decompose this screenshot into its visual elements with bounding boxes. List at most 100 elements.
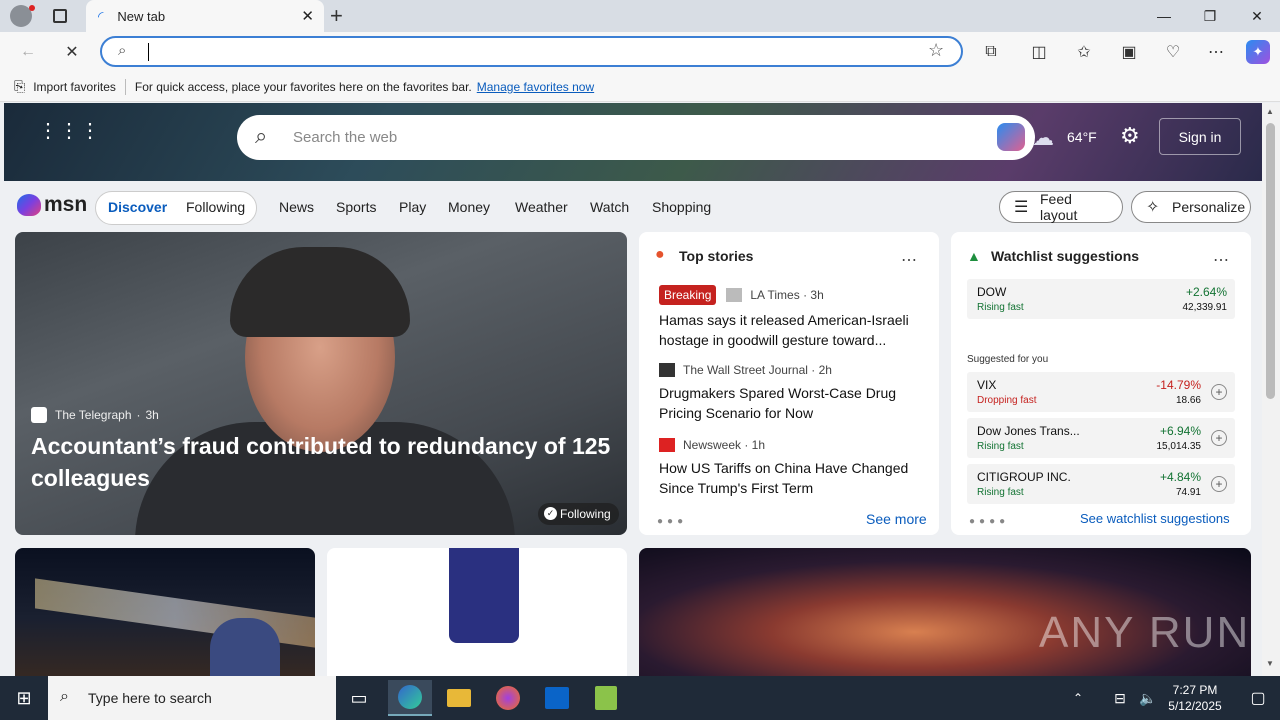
file-explorer-icon[interactable] (437, 680, 481, 716)
following-badge[interactable]: ✓ Following (538, 503, 619, 525)
restore-button[interactable]: ❐ (1187, 0, 1233, 32)
edge-app-icon[interactable] (388, 680, 432, 716)
stock-row[interactable]: CITIGROUP INC. Rising fast +4.84% 74.91 … (967, 464, 1235, 504)
stock-price: 15,014.35 (1156, 441, 1202, 452)
nav-news[interactable]: News (279, 199, 314, 215)
nav-weather[interactable]: Weather (515, 199, 568, 215)
outlook-icon[interactable] (535, 680, 579, 716)
web-search-box[interactable]: ⌕ Search the web (237, 115, 1035, 160)
add-to-watchlist-icon[interactable]: + (1211, 476, 1227, 492)
top-stories-card: ● Top stories ⋯ Breaking LA Times · 3h H… (639, 232, 939, 535)
page-scrollbar[interactable]: ▲ ▼ (1262, 103, 1280, 676)
sign-in-button[interactable]: Sign in (1159, 118, 1241, 155)
scroll-up-icon[interactable]: ▲ (1266, 107, 1274, 116)
address-bar[interactable]: ⌕ ☆ (100, 36, 963, 67)
favorites-bar: ⎘ Import favorites For quick access, pla… (0, 72, 1280, 102)
story-headline[interactable]: How US Tariffs on China Have Changed Sin… (659, 458, 921, 498)
story-source-text: Newsweek · 1h (683, 438, 766, 452)
taskbar-search-box[interactable]: ⌕ Type here to search (48, 676, 336, 720)
taskbar-search-input[interactable]: Type here to search (88, 690, 212, 706)
add-to-watchlist-icon[interactable]: + (1211, 384, 1227, 400)
add-to-watchlist-icon[interactable]: + (1211, 430, 1227, 446)
tab-title: New tab (117, 8, 166, 24)
copilot-icon[interactable]: ✦ (1246, 40, 1270, 64)
stock-row[interactable]: DOW Rising fast +2.64% 42,339.91 (967, 279, 1235, 319)
more-icon[interactable]: ⋯ (1204, 40, 1228, 64)
more-options-icon[interactable]: ⋯ (1213, 250, 1229, 270)
story-source: Newsweek · 1h (659, 438, 765, 452)
new-tab-button[interactable]: + (330, 3, 343, 29)
more-options-icon[interactable]: ⋯ (901, 250, 917, 270)
close-tab-icon[interactable]: ✕ (301, 7, 314, 25)
stock-price: 18.66 (1175, 395, 1201, 406)
nav-money[interactable]: Money (448, 199, 490, 215)
windows-taskbar: ⊞ ⌕ Type here to search ▭ ⌃ ⊟ 🔈 7:27 PM … (0, 676, 1280, 720)
stock-price: 74.91 (1175, 487, 1201, 498)
settings-gear-icon[interactable]: ⚙ (1120, 123, 1140, 149)
nav-play[interactable]: Play (399, 199, 426, 215)
telegraph-icon (31, 407, 47, 423)
back-icon[interactable]: ← (16, 40, 40, 64)
story-card-shorts[interactable] (327, 548, 627, 676)
tab-following[interactable]: Following (186, 199, 245, 215)
nav-shopping[interactable]: Shopping (652, 199, 711, 215)
latimes-icon (726, 288, 743, 302)
task-view-icon[interactable]: ▭ (337, 680, 381, 716)
stock-row[interactable]: VIX Dropping fast -14.79% 18.66 + (967, 372, 1235, 412)
tab-new-tab[interactable]: ◜ New tab ✕ (86, 0, 324, 32)
favorites-icon[interactable]: ✩ (1072, 40, 1096, 64)
lead-story-card[interactable]: The Telegraph · 3h Accountant’s fraud co… (15, 232, 627, 535)
minimize-button[interactable]: — (1141, 0, 1187, 32)
personalize-button[interactable]: ✧ Personalize (1131, 191, 1251, 223)
stock-row[interactable]: Dow Jones Trans... Rising fast +6.94% 15… (967, 418, 1235, 458)
see-more-link[interactable]: See more (866, 511, 927, 527)
story-card-nebula[interactable]: ANY RUN (639, 548, 1251, 676)
check-icon: ✓ (544, 507, 557, 520)
scrollbar-thumb[interactable] (1266, 123, 1275, 399)
story-source: The Wall Street Journal · 2h (659, 363, 832, 377)
stock-name: VIX (977, 378, 997, 392)
tab-actions-icon[interactable] (53, 9, 67, 23)
lead-headline[interactable]: Accountant’s fraud contributed to redund… (31, 430, 621, 494)
carousel-dots[interactable]: ●●●● (969, 516, 1009, 527)
split-screen-icon[interactable]: ◫ (1027, 40, 1051, 64)
apps-grid-icon[interactable]: ⋮⋮⋮ (38, 121, 101, 141)
notepad-plus-icon[interactable] (584, 680, 628, 716)
temperature[interactable]: 64°F (1067, 129, 1097, 145)
tab-discover[interactable]: Discover (108, 199, 167, 215)
msn-logo-text: msn (44, 193, 88, 216)
favorite-star-icon[interactable]: ☆ (928, 40, 944, 61)
manage-favorites-link[interactable]: Manage favorites now (477, 80, 594, 94)
import-favorites-button[interactable]: Import favorites (33, 80, 116, 94)
stop-loading-icon[interactable]: ✕ (60, 40, 84, 64)
close-window-button[interactable]: ✕ (1234, 0, 1280, 32)
stock-status: Dropping fast (977, 395, 1037, 406)
nav-sports[interactable]: Sports (336, 199, 376, 215)
nav-watch[interactable]: Watch (590, 199, 629, 215)
system-clock[interactable]: 7:27 PM 5/12/2025 (1160, 682, 1230, 714)
personalize-label: Personalize (1172, 199, 1246, 215)
address-input[interactable] (148, 43, 150, 61)
collections-icon[interactable]: ▣ (1117, 40, 1141, 64)
web-search-input[interactable]: Search the web (293, 129, 397, 146)
story-headline[interactable]: Drugmakers Spared Worst-Case Drug Pricin… (659, 383, 921, 423)
scroll-down-icon[interactable]: ▼ (1266, 659, 1274, 668)
copilot-icon[interactable] (997, 123, 1025, 151)
extensions-icon[interactable]: ⧉ (979, 40, 1003, 64)
notifications-icon[interactable]: ▢ (1236, 680, 1280, 716)
stock-name: CITIGROUP INC. (977, 470, 1071, 484)
weather-cloud-icon[interactable]: ☁ (1032, 125, 1054, 151)
see-watchlist-link[interactable]: See watchlist suggestions (1080, 511, 1230, 526)
story-source-text: The Wall Street Journal · 2h (683, 363, 832, 377)
feed-layout-button[interactable]: ☰ Feed layout (999, 191, 1123, 223)
story-card-highway[interactable] (15, 548, 315, 676)
browser-essentials-icon[interactable]: ♡ (1161, 40, 1185, 64)
msn-logo[interactable]: msn (17, 193, 87, 217)
story-headline[interactable]: Hamas says it released American-Israeli … (659, 310, 921, 350)
start-button-icon[interactable]: ⊞ (2, 680, 46, 716)
firefox-icon[interactable] (486, 680, 530, 716)
clock-date: 5/12/2025 (1168, 699, 1222, 713)
carousel-dots[interactable]: ●●● (657, 516, 687, 527)
navigation-bar: ← ✕ ⌕ ☆ ⧉ ◫ ✩ ▣ ♡ ⋯ ✦ (0, 32, 1280, 72)
show-hidden-icons[interactable]: ⌃ (1056, 680, 1100, 716)
